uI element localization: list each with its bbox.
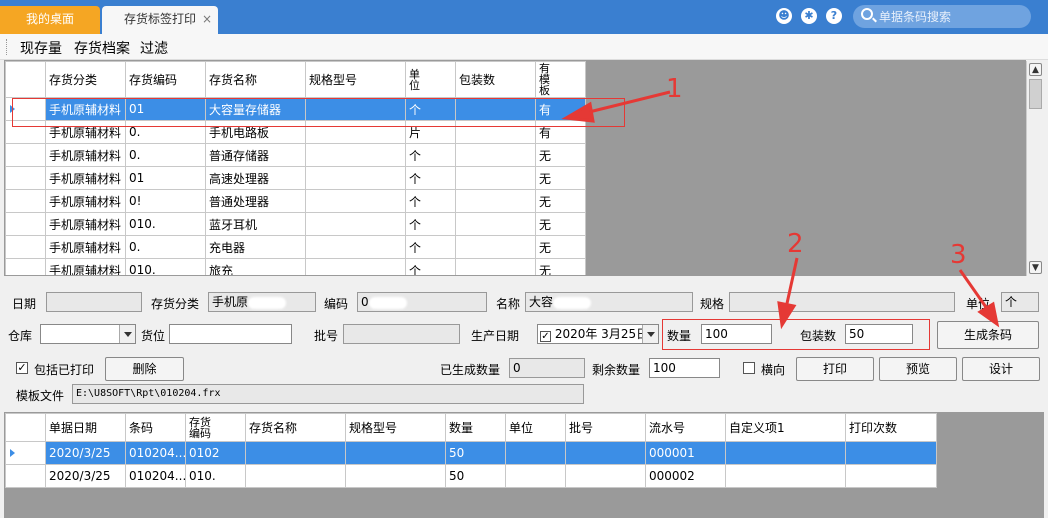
arrow-2-head [777,301,797,330]
arrow-1-line [584,90,671,115]
arrow-3-line [958,269,990,311]
arrow-1-head [561,101,595,123]
arrow-3-head [977,301,1000,328]
annotation-arrows [561,90,1000,330]
annotation-number-3: 3 [950,240,967,270]
arrow-2-line [784,257,799,309]
annotation-number-1: 1 [666,74,683,104]
annotation-number-2: 2 [787,229,804,259]
